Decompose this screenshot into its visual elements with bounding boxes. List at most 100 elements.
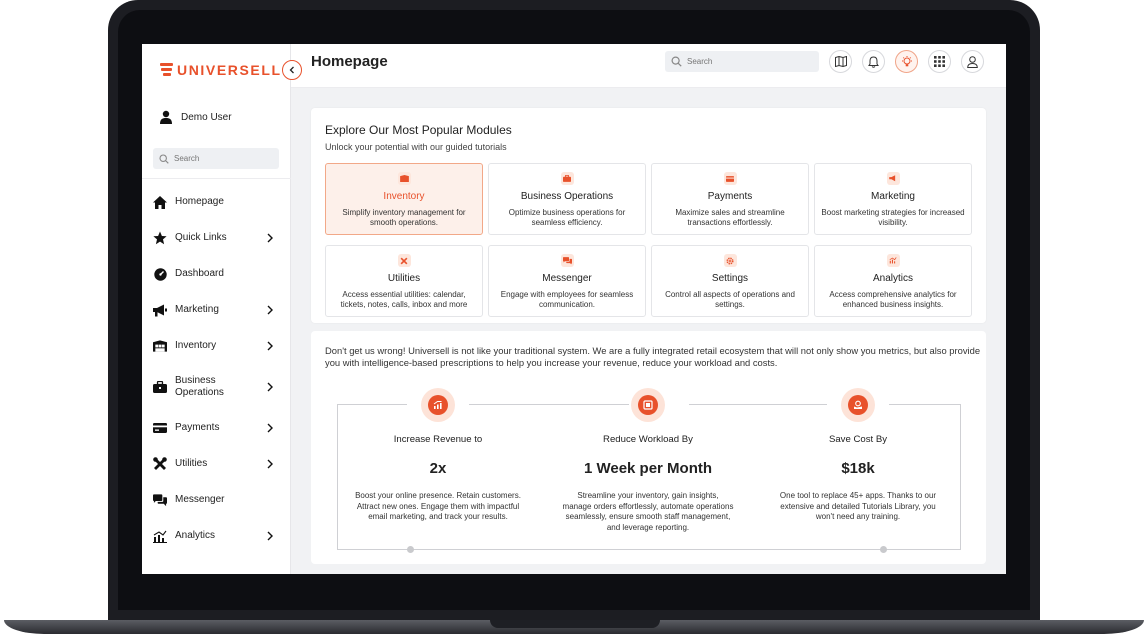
sidebar-search[interactable] bbox=[153, 148, 279, 169]
apps-button[interactable] bbox=[928, 50, 951, 73]
intro-text: Don't get us wrong! Universell is not li… bbox=[325, 345, 981, 368]
module-card-title: Inventory bbox=[383, 191, 425, 202]
chevron-right-icon bbox=[267, 233, 273, 243]
sidebar-item-label: Payments bbox=[175, 422, 220, 433]
module-card-desc: Engage with employees for seamless commu… bbox=[500, 290, 634, 309]
sidebar-item-homepage[interactable]: Homepage bbox=[142, 184, 291, 220]
sidebar-item-inventory[interactable]: Inventory bbox=[142, 328, 291, 364]
sidebar-item-business-operations[interactable]: Business Operations bbox=[142, 364, 291, 410]
map-icon bbox=[834, 56, 847, 67]
sidebar-divider bbox=[142, 178, 291, 179]
star-icon bbox=[153, 231, 167, 245]
module-card-settings[interactable]: Settings Control all aspects of operatio… bbox=[651, 245, 809, 317]
search-icon bbox=[159, 153, 169, 164]
home-icon bbox=[153, 195, 167, 209]
briefcase-icon bbox=[153, 380, 167, 394]
megaphone-icon bbox=[153, 303, 167, 317]
module-card-business-operations[interactable]: Business Operations Optimize business op… bbox=[488, 163, 646, 235]
module-card-desc: Access essential utilities: calendar, ti… bbox=[340, 290, 468, 309]
module-card-title: Marketing bbox=[871, 191, 915, 202]
bell-icon bbox=[868, 55, 879, 68]
warehouse-icon bbox=[153, 339, 167, 353]
search-icon bbox=[671, 56, 682, 67]
module-card-payments[interactable]: Payments Maximize sales and streamline t… bbox=[651, 163, 809, 235]
user-profile[interactable]: Demo User bbox=[160, 110, 232, 124]
sidebar-item-label: Messenger bbox=[175, 494, 225, 505]
stat-desc: Boost your online presence. Retain custo… bbox=[355, 491, 521, 521]
profile-button[interactable] bbox=[961, 50, 984, 73]
chart-icon bbox=[153, 529, 167, 543]
stat-desc: One tool to replace 45+ apps. Thanks to … bbox=[779, 491, 937, 521]
chevron-right-icon bbox=[267, 459, 273, 469]
modules-grid: Inventory Simplify inventory management … bbox=[325, 163, 972, 317]
module-card-desc: Access comprehensive analytics for enhan… bbox=[829, 290, 957, 309]
sidebar-item-messenger[interactable]: Messenger bbox=[142, 482, 291, 518]
money-hand-icon bbox=[848, 395, 868, 415]
top-header: Homepage bbox=[291, 44, 1006, 88]
module-card-inventory[interactable]: Inventory Simplify inventory management … bbox=[325, 163, 483, 235]
sidebar-item-dashboard[interactable]: Dashboard bbox=[142, 256, 291, 292]
timeline-dot bbox=[880, 546, 887, 553]
module-card-desc: Optimize business operations for seamles… bbox=[508, 208, 626, 227]
chat-icon bbox=[560, 254, 574, 267]
chart-icon bbox=[886, 254, 900, 267]
laptop-notch bbox=[490, 620, 660, 628]
stat-desc: Streamline your inventory, gain insights… bbox=[562, 491, 734, 532]
module-card-title: Payments bbox=[707, 191, 753, 202]
sidebar-item-label: Homepage bbox=[175, 196, 224, 207]
module-card-analytics[interactable]: Analytics Access comprehensive analytics… bbox=[814, 245, 972, 317]
sidebar-collapse-button[interactable] bbox=[282, 60, 302, 80]
stat-increase-revenue: Increase Revenue to 2x Boost your online… bbox=[338, 388, 538, 523]
sidebar-item-label: Dashboard bbox=[175, 268, 224, 279]
notifications-button[interactable] bbox=[862, 50, 885, 73]
sidebar-item-quick-links[interactable]: Quick Links bbox=[142, 220, 291, 256]
stat-save-cost: Save Cost By $18k One tool to replace 45… bbox=[758, 388, 958, 523]
tips-button[interactable] bbox=[895, 50, 918, 73]
module-card-messenger[interactable]: Messenger Engage with employees for seam… bbox=[488, 245, 646, 317]
workload-icon bbox=[638, 395, 658, 415]
sidebar-item-label: Business Operations bbox=[175, 375, 224, 398]
module-card-title: Messenger bbox=[542, 273, 592, 284]
header-search-input[interactable] bbox=[687, 57, 777, 66]
sidebar-item-label: Marketing bbox=[175, 304, 219, 315]
brand-name: UNIVERSELL bbox=[177, 62, 282, 78]
popular-modules-panel: Explore Our Most Popular Modules Unlock … bbox=[311, 108, 986, 323]
chevron-right-icon bbox=[267, 423, 273, 433]
warehouse-icon bbox=[397, 172, 411, 185]
module-card-marketing[interactable]: Marketing Boost marketing strategies for… bbox=[814, 163, 972, 235]
stat-label: Reduce Workload By bbox=[603, 434, 693, 445]
sidebar-item-payments[interactable]: Payments bbox=[142, 410, 291, 446]
logo-mark-icon bbox=[160, 63, 173, 77]
sidebar-item-label: Inventory bbox=[175, 340, 217, 351]
sidebar-item-label: Analytics bbox=[175, 530, 216, 541]
stats-timeline: Increase Revenue to 2x Boost your online… bbox=[337, 388, 961, 553]
chat-icon bbox=[153, 493, 167, 507]
sidebar-item-analytics[interactable]: Analytics bbox=[142, 518, 291, 554]
chevron-right-icon bbox=[267, 531, 273, 541]
user-icon bbox=[967, 55, 978, 68]
map-button[interactable] bbox=[829, 50, 852, 73]
megaphone-icon bbox=[886, 172, 900, 185]
module-card-utilities[interactable]: Utilities Access essential utilities: ca… bbox=[325, 245, 483, 317]
module-card-title: Business Operations bbox=[520, 191, 614, 202]
sidebar-search-input[interactable] bbox=[174, 154, 264, 163]
brand-logo[interactable]: UNIVERSELL bbox=[160, 62, 282, 78]
sidebar-item-marketing[interactable]: Marketing bbox=[142, 292, 291, 328]
briefcase-icon bbox=[560, 172, 574, 185]
stat-value: $18k bbox=[841, 460, 875, 477]
sidebar-nav: Homepage Quick Links Dashboard Marketing… bbox=[142, 184, 291, 554]
module-card-desc: Control all aspects of operations and se… bbox=[665, 290, 795, 309]
sidebar-item-label: Quick Links bbox=[175, 232, 227, 243]
module-card-desc: Simplify inventory management for smooth… bbox=[342, 208, 466, 227]
sidebar-item-utilities[interactable]: Utilities bbox=[142, 446, 291, 482]
credit-card-icon bbox=[723, 172, 737, 185]
user-name: Demo User bbox=[181, 111, 232, 123]
user-icon bbox=[160, 110, 172, 124]
stat-icon-ring bbox=[841, 388, 875, 422]
header-search[interactable] bbox=[665, 51, 819, 72]
revenue-growth-icon bbox=[428, 395, 448, 415]
gear-icon bbox=[723, 254, 737, 267]
tools-icon bbox=[153, 457, 167, 471]
stat-reduce-workload: Reduce Workload By 1 Week per Month Stre… bbox=[548, 388, 748, 533]
chevron-left-icon bbox=[289, 66, 294, 74]
